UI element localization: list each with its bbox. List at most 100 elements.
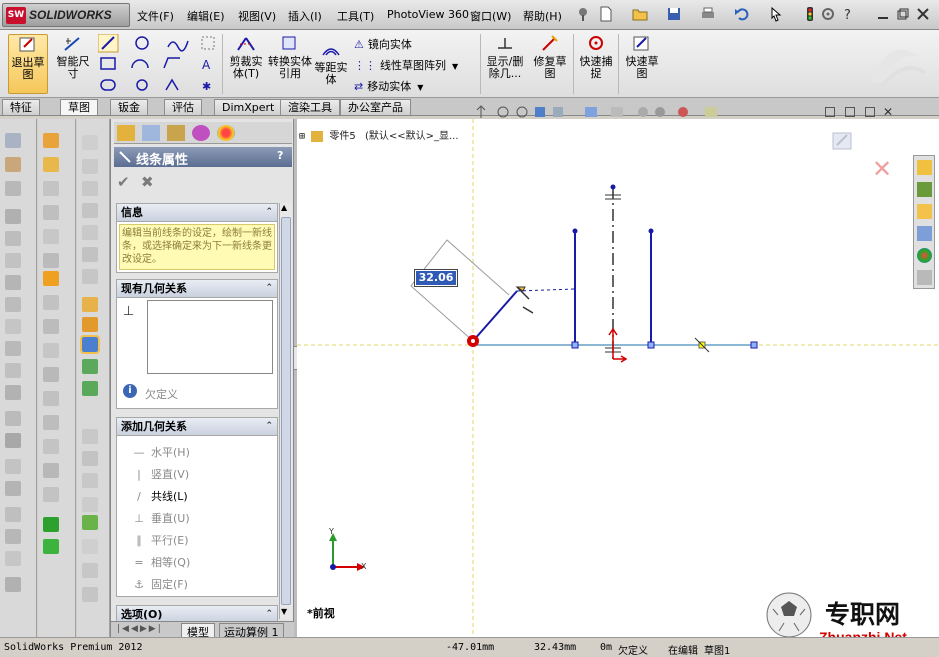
dimension-value[interactable]: 32.06	[416, 271, 456, 285]
circular-pattern-icon[interactable]	[5, 433, 21, 448]
3d-sketch-icon[interactable]	[43, 157, 59, 172]
fillet-icon[interactable]	[5, 231, 21, 246]
pm-scrollbar[interactable]: ▲ ▼	[279, 203, 292, 619]
add-relation-icon[interactable]	[80, 335, 100, 354]
relation-parallel[interactable]: ∥ 平行(E)	[131, 532, 188, 548]
block-icon[interactable]	[82, 473, 98, 488]
tab-dimxpert[interactable]: DimXpert	[214, 99, 283, 115]
dimension-value-box[interactable]: 32.06	[414, 269, 458, 287]
menu-help[interactable]: 帮助(H)	[523, 8, 562, 24]
grid-icon[interactable]	[82, 539, 98, 554]
linear-pattern-button[interactable]: ⋮⋮ 线性草图阵列 ▼	[354, 57, 458, 73]
spline-tool-icon[interactable]	[43, 367, 59, 382]
solidworks-logo[interactable]: SW SOLIDWORKS	[2, 3, 130, 27]
save-icon[interactable]	[666, 6, 682, 22]
cube-view-icon[interactable]	[82, 135, 98, 150]
normal-to-icon[interactable]	[82, 247, 98, 262]
line-tool-icon[interactable]	[43, 205, 59, 220]
menu-tools[interactable]: 工具(T)	[337, 8, 374, 24]
scroll-up-icon[interactable]: ▲	[281, 203, 287, 212]
move-entities-dropdown-icon[interactable]: ▼	[417, 83, 423, 92]
isometric-view-icon[interactable]	[82, 181, 98, 196]
pm-help-icon[interactable]: ?	[277, 149, 283, 162]
tab-sketch[interactable]: 草图	[60, 99, 98, 115]
rotate-entities-icon[interactable]	[82, 587, 98, 602]
hole-icon[interactable]	[5, 341, 21, 356]
print-icon[interactable]	[700, 6, 716, 22]
quick-snaps-button[interactable]: 快速捕捉	[576, 34, 616, 94]
ellipse-tool-icon[interactable]	[43, 391, 59, 406]
minimize-icon[interactable]	[875, 6, 891, 22]
existing-relations-list[interactable]	[147, 300, 273, 374]
reference-geometry-icon[interactable]	[5, 459, 21, 474]
rectangle-tool-icon[interactable]	[43, 229, 59, 244]
trimetric-view-icon[interactable]	[82, 203, 98, 218]
rapid-sketch-button[interactable]: 快速草图	[622, 34, 662, 94]
help-icon[interactable]: ?	[840, 6, 856, 22]
relation-equal[interactable]: = 相等(Q)	[131, 554, 190, 570]
combine-icon[interactable]	[5, 551, 21, 566]
scroll-down-icon[interactable]: ▼	[281, 607, 287, 616]
mirror-entities-button[interactable]: ⚠ 镜向实体	[354, 36, 412, 52]
open-folder-icon[interactable]	[632, 6, 648, 22]
existing-relations-header[interactable]: 现有几何关系 ⌃	[117, 280, 277, 298]
relation-vertical[interactable]: | 竖直(V)	[131, 466, 189, 482]
options-gear-icon[interactable]	[820, 6, 836, 22]
info-group-header[interactable]: 信息 ⌃	[117, 204, 277, 222]
menu-window[interactable]: 窗口(W)	[470, 8, 511, 24]
tab-render-tools[interactable]: 渲染工具	[280, 99, 340, 115]
display-manager-tab-icon[interactable]	[217, 125, 235, 141]
extrude-boss-icon[interactable]	[5, 133, 21, 148]
view-toolbar-icons[interactable]	[475, 105, 755, 119]
repair-sketch-button[interactable]: 修复草图	[530, 34, 570, 94]
arc-tool-icon[interactable]	[43, 319, 59, 334]
mirror-sketch-icon[interactable]	[82, 451, 98, 466]
curves-icon[interactable]	[5, 481, 21, 496]
move-entities-button[interactable]: ⇄ 移动实体 ▼	[354, 78, 423, 94]
menu-insert[interactable]: 插入(I)	[288, 8, 322, 24]
sketch-icon[interactable]	[43, 133, 59, 148]
rebuild-icon[interactable]	[82, 497, 98, 512]
chamfer-icon[interactable]	[5, 253, 21, 268]
new-document-icon[interactable]	[598, 6, 614, 22]
dome-icon[interactable]	[5, 363, 21, 378]
section-view-icon[interactable]	[82, 269, 98, 284]
sketch-geometry[interactable]	[297, 119, 939, 637]
scale-icon[interactable]	[5, 577, 21, 592]
select-cursor-icon[interactable]	[768, 6, 784, 22]
offset-sketch-icon[interactable]	[43, 463, 59, 478]
menu-view[interactable]: 视图(V)	[238, 8, 276, 24]
sketch-picture-icon[interactable]	[43, 181, 59, 196]
trim-sketch-icon[interactable]	[43, 487, 59, 502]
smart-dimension-button[interactable]: 智能尺寸	[52, 34, 94, 94]
tab-evaluate[interactable]: 评估	[164, 99, 202, 115]
relations-icon[interactable]	[43, 517, 59, 532]
layer-icon[interactable]	[82, 515, 98, 530]
traffic-light-icon[interactable]	[802, 6, 818, 22]
exit-sketch-button[interactable]: 退出草图	[8, 34, 48, 94]
viewport-minimize-icon[interactable]	[845, 107, 855, 117]
sketch-tools-grid[interactable]: A ✱	[98, 34, 220, 94]
menu-edit[interactable]: 编辑(E)	[187, 8, 225, 24]
configuration-manager-tab-icon[interactable]	[167, 125, 185, 141]
ok-check-icon[interactable]: ✔	[117, 173, 130, 191]
undo-icon[interactable]	[734, 6, 750, 22]
collapse-icon[interactable]: ⌃	[265, 418, 273, 435]
menu-photoview[interactable]: PhotoView 360	[387, 8, 469, 21]
chamfer-sketch-icon[interactable]	[43, 439, 59, 454]
fully-define-icon[interactable]	[82, 381, 98, 396]
graphics-area[interactable]: ⊞ 零件5 (默认<<默认>_显... ✕ ✕ 32.06 Y X *前视 专职…	[297, 105, 939, 645]
shell-icon[interactable]	[5, 297, 21, 312]
loft-icon[interactable]	[5, 209, 21, 224]
instant3d-icon[interactable]	[5, 507, 21, 522]
dimxpert-manager-tab-icon[interactable]	[192, 125, 210, 141]
close-icon[interactable]	[915, 6, 931, 22]
split-icon[interactable]	[5, 529, 21, 544]
tab-office-products[interactable]: 办公室产品	[340, 99, 411, 115]
slot-tool-icon[interactable]	[43, 253, 59, 268]
restore-icon[interactable]	[895, 6, 911, 22]
linear-pattern-feature-icon[interactable]	[5, 411, 21, 426]
collapse-icon[interactable]: ⌃	[265, 204, 273, 221]
scroll-thumb[interactable]	[281, 217, 291, 605]
menu-file[interactable]: 文件(F)	[137, 8, 174, 24]
